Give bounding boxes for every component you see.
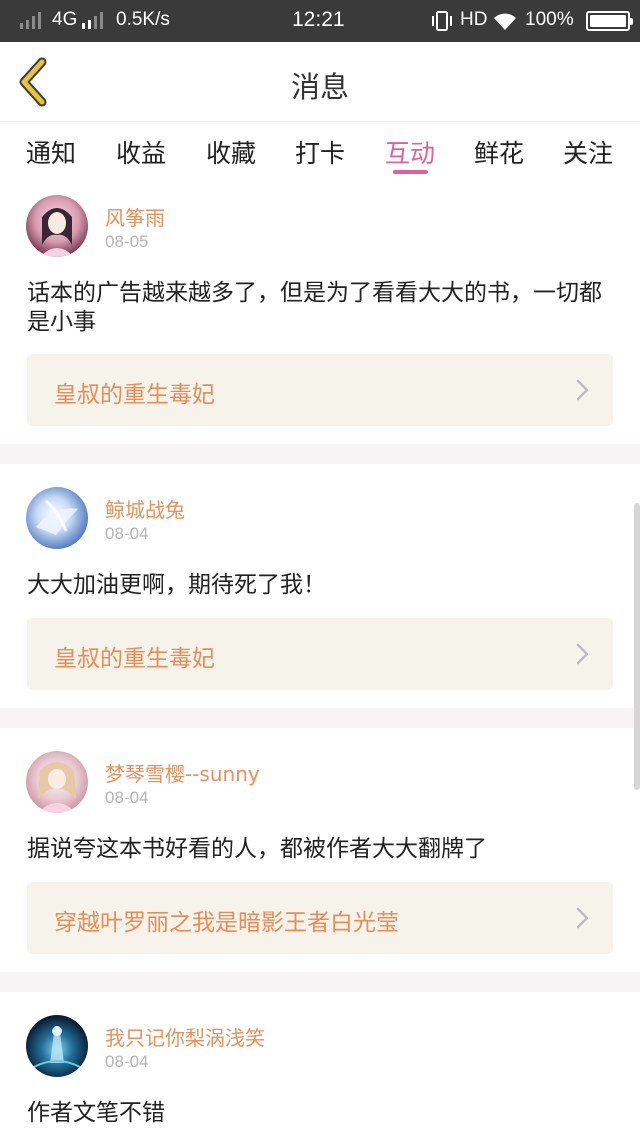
tab-flowers[interactable]: 鲜花 xyxy=(464,134,534,170)
scrollbar[interactable] xyxy=(634,503,640,790)
book-link-card[interactable]: 穿越叶罗丽之我是暗影王者白光莹 xyxy=(27,882,613,954)
message-item: 鲸城战兔 08-04 大大加油更啊，期待死了我！ 皇叔的重生毒妃 xyxy=(0,464,640,708)
message-date: 08-05 xyxy=(105,232,149,251)
tab-notifications[interactable]: 通知 xyxy=(16,134,86,170)
avatar[interactable] xyxy=(26,487,88,549)
message-item: 我只记你梨涡浅笑 08-04 作者文笔不错 xyxy=(0,992,640,1138)
username[interactable]: 我只记你梨涡浅笑 xyxy=(105,1022,265,1051)
avatar[interactable] xyxy=(26,1015,88,1077)
message-text: 大大加油更啊，期待死了我！ xyxy=(27,572,326,598)
book-link-card[interactable]: 皇叔的重生毒妃 xyxy=(27,354,613,426)
chevron-right-icon xyxy=(576,643,589,665)
chevron-right-icon xyxy=(576,379,589,401)
username[interactable]: 鲸城战兔 xyxy=(105,494,185,523)
section-divider xyxy=(0,972,640,992)
header: 消息 xyxy=(0,42,640,122)
username[interactable]: 风筝雨 xyxy=(105,202,165,231)
tab-bar: 通知 收益 收藏 打卡 互动 鲜花 关注 xyxy=(0,122,640,180)
book-title: 穿越叶罗丽之我是暗影王者白光莹 xyxy=(54,910,399,936)
avatar[interactable] xyxy=(26,751,88,813)
message-item: 梦琴雪樱--sunny 08-04 据说夸这本书好看的人，都被作者大大翻牌了 穿… xyxy=(0,728,640,972)
signal-icon xyxy=(20,12,41,29)
message-text: 据说夸这本书好看的人，都被作者大大翻牌了 xyxy=(27,836,487,862)
section-divider xyxy=(0,444,640,464)
clock: 12:21 xyxy=(292,8,345,31)
book-link-card[interactable]: 皇叔的重生毒妃 xyxy=(27,618,613,690)
hd-label: HD xyxy=(460,9,488,30)
tab-checkin[interactable]: 打卡 xyxy=(285,134,355,170)
username[interactable]: 梦琴雪樱--sunny xyxy=(105,758,260,787)
wifi-icon xyxy=(492,10,518,36)
network-speed: 0.5K/s xyxy=(116,9,170,30)
message-text: 作者文笔不错 xyxy=(27,1100,165,1126)
status-bar: 4G 0.5K/s 12:21 HD 100% xyxy=(0,0,640,42)
tab-favorites[interactable]: 收藏 xyxy=(196,134,266,170)
network-type: 4G xyxy=(52,9,78,30)
tab-interactions[interactable]: 互动 xyxy=(375,134,445,170)
chevron-right-icon xyxy=(576,907,589,929)
battery-icon xyxy=(586,11,633,31)
book-title: 皇叔的重生毒妃 xyxy=(54,382,215,408)
tab-earnings[interactable]: 收益 xyxy=(106,134,176,170)
message-date: 08-04 xyxy=(105,524,149,543)
signal-icon-secondary xyxy=(82,12,103,29)
message-date: 08-04 xyxy=(105,1052,149,1071)
vibrate-icon xyxy=(430,10,454,36)
avatar[interactable] xyxy=(26,195,88,257)
message-date: 08-04 xyxy=(105,788,149,807)
page-title: 消息 xyxy=(290,70,349,104)
tab-following[interactable]: 关注 xyxy=(553,134,623,170)
message-text: 话本的广告越来越多了，但是为了看看大大的书，一切都是小事 xyxy=(27,280,602,335)
book-title: 皇叔的重生毒妃 xyxy=(54,646,215,672)
message-item: 风筝雨 08-05 话本的广告越来越多了，但是为了看看大大的书，一切都是小事 皇… xyxy=(0,182,640,444)
active-tab-indicator xyxy=(393,170,428,174)
section-divider xyxy=(0,708,640,728)
battery-percent: 100% xyxy=(525,9,574,30)
